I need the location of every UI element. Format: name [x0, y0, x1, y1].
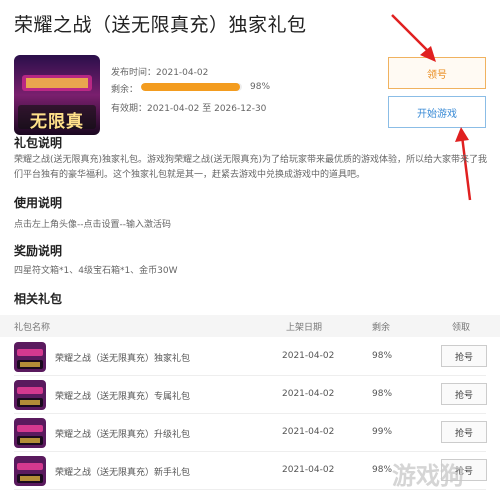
game-cover-image: 无限真	[14, 55, 100, 135]
gift-remaining: 98%	[372, 351, 393, 361]
gift-description-heading: 礼包说明	[14, 136, 63, 150]
table-row: 荣耀之战（送无限真充）专属礼包 2021-04-02 98% 抢号	[0, 376, 500, 414]
publish-date: 2021-04-02	[156, 68, 209, 78]
validity-label: 有效期：	[111, 104, 148, 114]
usage-heading: 使用说明	[14, 196, 63, 210]
publish-info: 发布时间：2021-04-02	[111, 65, 208, 78]
cover-caption: 无限真	[30, 112, 84, 132]
gift-date: 2021-04-02	[282, 465, 335, 475]
column-remaining: 剩余	[372, 323, 391, 333]
gift-remaining: 98%	[372, 389, 393, 399]
page-title: 荣耀之战（送无限真充）独家礼包	[14, 14, 307, 36]
column-claim: 领取	[452, 323, 471, 333]
gift-date: 2021-04-02	[282, 427, 335, 437]
gift-remaining: 98%	[372, 465, 393, 475]
validity-info: 有效期：2021-04-02 至 2026-12-30	[111, 101, 266, 114]
gift-game-icon	[14, 456, 46, 486]
gift-date: 2021-04-02	[282, 351, 335, 361]
gift-game-icon	[14, 418, 46, 448]
remaining-label: 剩余：	[111, 85, 139, 95]
column-name: 礼包名称	[14, 323, 51, 333]
gift-date: 2021-04-02	[282, 389, 335, 399]
grab-code-button[interactable]: 抢号	[441, 345, 487, 367]
gift-remaining: 99%	[372, 427, 393, 437]
remaining-percent: 98%	[250, 82, 271, 92]
gift-description-text: 荣耀之战(送无限真充)独家礼包。游戏狗荣耀之战(送无限真充)为了给玩家带来最优质…	[14, 155, 488, 180]
gift-name[interactable]: 荣耀之战（送无限真充）专属礼包	[55, 389, 190, 402]
remaining-progress-fill	[141, 83, 240, 91]
gift-name[interactable]: 荣耀之战（送无限真充）升级礼包	[55, 427, 190, 440]
watermark: 游戏狗	[392, 462, 464, 490]
grab-code-button[interactable]: 抢号	[441, 383, 487, 405]
reward-text: 四星符文箱*1、4级宝石箱*1、金币30W	[14, 266, 178, 276]
validity-separator: 至	[202, 104, 212, 114]
gift-name[interactable]: 荣耀之战（送无限真充）新手礼包	[55, 465, 190, 478]
gift-name[interactable]: 荣耀之战（送无限真充）独家礼包	[55, 351, 190, 364]
table-row: 荣耀之战（送无限真充）升级礼包 2021-04-02 99% 抢号	[0, 414, 500, 452]
gift-game-icon	[14, 380, 46, 410]
gift-game-icon	[14, 342, 46, 372]
table-header: 礼包名称 上架日期 剩余 领取	[0, 315, 500, 337]
remaining-progress-bar	[141, 83, 242, 91]
reward-heading: 奖励说明	[14, 244, 63, 258]
publish-label: 发布时间：	[111, 68, 157, 78]
table-row: 荣耀之战（送无限真充）独家礼包 2021-04-02 98% 抢号	[0, 338, 500, 376]
validity-end: 2026-12-30	[214, 104, 267, 114]
column-date: 上架日期	[286, 323, 323, 333]
related-gifts-heading: 相关礼包	[14, 292, 63, 306]
usage-text: 点击左上角头像--点击设置--输入激活码	[14, 220, 171, 230]
grab-code-button[interactable]: 抢号	[441, 421, 487, 443]
validity-start: 2021-04-02	[147, 104, 200, 114]
